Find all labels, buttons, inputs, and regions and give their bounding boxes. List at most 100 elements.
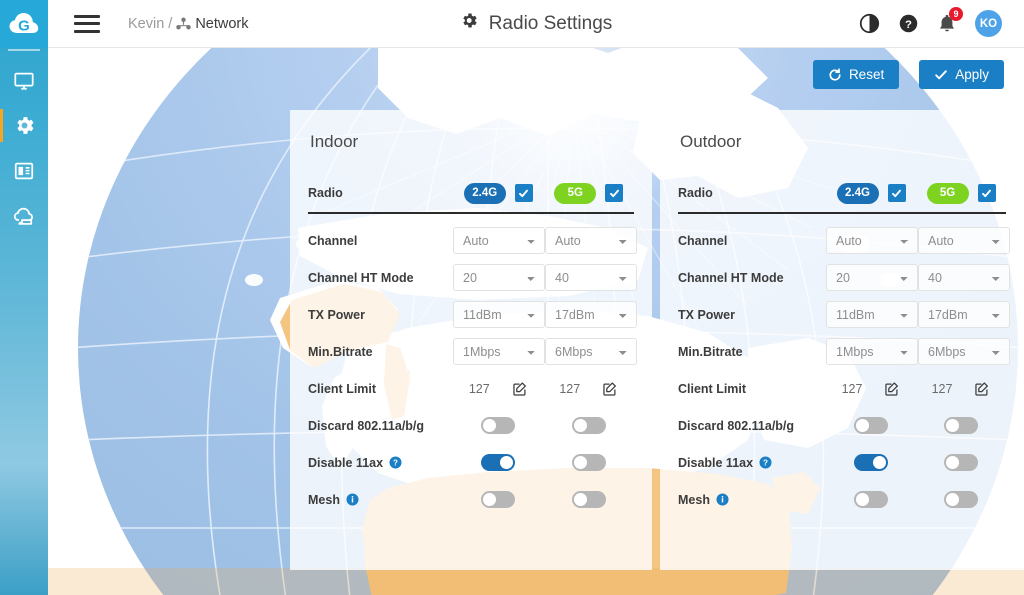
band-pill-24g[interactable]: 2.4G [463,182,506,204]
row-label-discard: Discard 802.11a/b/g [678,418,795,433]
gear-icon [460,11,479,36]
breadcrumb-separator: / [168,15,173,32]
band-pill-24g[interactable]: 2.4G [836,182,879,204]
min-bitrate-select-5g[interactable]: 6Mbps [918,338,1010,365]
row-label-client-limit: Client Limit [678,381,747,396]
breadcrumb: Kevin / Network [128,16,249,32]
apply-button[interactable]: Apply [919,60,1004,89]
discard-toggle-24g[interactable] [481,417,516,434]
mesh-toggle-24g[interactable] [481,491,516,508]
row-discard: Discard 802.11a/b/g [308,407,634,444]
edit-icon[interactable] [884,381,900,397]
breadcrumb-user[interactable]: Kevin [128,16,164,32]
edit-icon[interactable] [512,381,528,397]
page-title: Radio Settings [460,11,613,36]
info-icon[interactable] [716,493,729,506]
check-icon [934,68,948,82]
client-limit-value-24g: 127 [841,381,863,396]
row-mesh: Mesh [678,481,1006,518]
disable-11ax-toggle-24g[interactable] [854,454,888,471]
band-pill-5g[interactable]: 5G [926,182,969,204]
tx-power-select-24g[interactable]: 11dBm [826,301,918,328]
bell-icon[interactable]: 9 [937,7,963,34]
min-bitrate-select-24g[interactable]: 1Mbps [453,338,545,365]
top-header: Kevin / Network Radio Settings ? 9 KO [48,0,1024,48]
edit-icon[interactable] [974,381,990,397]
channel-select-5g[interactable]: Auto [545,227,637,254]
channel-ht-mode-select-24g[interactable]: 20 [453,264,545,291]
help-icon[interactable]: ? [389,456,402,469]
disable-11ax-toggle-24g[interactable] [481,454,516,471]
sidebar-item-monitor[interactable] [0,58,48,103]
app-root: G Kevin / Network Radio Settings ? 9 KO … [0,0,1024,595]
discard-toggle-5g[interactable] [571,417,606,434]
band-24g-cell: 2.4G [826,182,916,204]
min-bitrate-select-24g[interactable]: 1Mbps [826,338,918,365]
band-checkbox-5g[interactable] [605,184,624,202]
edit-icon[interactable] [602,381,618,397]
min-bitrate-select-5g[interactable]: 6Mbps [545,338,637,365]
row-channel-ht-mode: Channel HT Mode 20 40 [678,259,1010,296]
refresh-icon [828,67,842,82]
panel-indoor: Indoor Radio 2.4G 5G Channel Auto Auto C… [290,110,652,570]
band-5g-cell: 5G [544,182,635,204]
row-label-disable-11ax-text: Disable 11ax [308,455,384,470]
discard-toggle-24g[interactable] [854,417,888,434]
notification-badge: 9 [949,7,963,21]
sidebar-item-settings[interactable] [0,103,48,148]
row-label-tx-power: TX Power [678,307,735,322]
tx-power-select-5g[interactable]: 17dBm [545,301,637,328]
apply-button-label: Apply [955,67,989,82]
network-icon [176,17,192,30]
tx-power-select-24g[interactable]: 11dBm [453,301,545,328]
channel-select-24g[interactable]: Auto [453,227,545,254]
sidebar-divider [8,49,40,51]
mesh-toggle-5g[interactable] [944,491,978,508]
header-actions: ? 9 KO [859,7,1002,37]
svg-text:?: ? [905,19,912,31]
hamburger-menu-button[interactable] [74,14,100,33]
channel-select-24g[interactable]: Auto [826,227,918,254]
row-disable-11ax: Disable 11ax ? [308,444,634,481]
band-checkbox-24g[interactable] [887,184,906,202]
row-channel: Channel Auto Auto [308,222,637,259]
channel-ht-mode-select-5g[interactable]: 40 [545,264,637,291]
row-client-limit: Client Limit 127 127 [308,370,634,407]
band-pill-5g[interactable]: 5G [554,182,597,204]
band-checkbox-24g[interactable] [514,184,533,202]
band-checkbox-5g[interactable] [977,184,996,202]
page-title-text: Radio Settings [488,12,613,34]
row-label-tx-power: TX Power [308,307,365,322]
row-label-min-bitrate: Min.Bitrate [308,344,373,359]
avatar[interactable]: KO [975,10,1002,37]
row-mesh: Mesh [308,481,634,518]
discard-toggle-5g[interactable] [944,417,978,434]
disable-11ax-toggle-5g[interactable] [944,454,978,471]
channel-select-5g[interactable]: Auto [918,227,1010,254]
breadcrumb-current[interactable]: Network [195,16,248,32]
row-label-client-limit: Client Limit [308,381,377,396]
row-label-channel-ht-mode: Channel HT Mode [308,270,414,285]
action-toolbar: Reset Apply [812,60,1004,89]
row-label-disable-11ax: Disable 11ax ? [308,456,453,470]
svg-text:?: ? [763,458,768,467]
contrast-icon[interactable] [859,13,880,34]
row-label-channel: Channel [308,233,358,248]
help-icon[interactable]: ? [898,13,919,34]
info-icon[interactable] [346,493,359,506]
reset-button[interactable]: Reset [812,60,900,89]
disable-11ax-toggle-5g[interactable] [571,454,606,471]
tx-power-select-5g[interactable]: 17dBm [918,301,1010,328]
row-label-channel: Channel [678,233,728,248]
mesh-toggle-5g[interactable] [571,491,606,508]
mesh-toggle-24g[interactable] [854,491,888,508]
sidebar-item-cloud[interactable] [0,193,48,238]
row-client-limit: Client Limit 127 127 [678,370,1006,407]
panel-title: Indoor [310,132,359,151]
sidebar-item-reports[interactable] [0,148,48,193]
row-discard: Discard 802.11a/b/g [678,407,1006,444]
help-icon[interactable]: ? [759,456,772,469]
app-logo[interactable]: G [0,0,48,48]
channel-ht-mode-select-24g[interactable]: 20 [826,264,918,291]
channel-ht-mode-select-5g[interactable]: 40 [918,264,1010,291]
